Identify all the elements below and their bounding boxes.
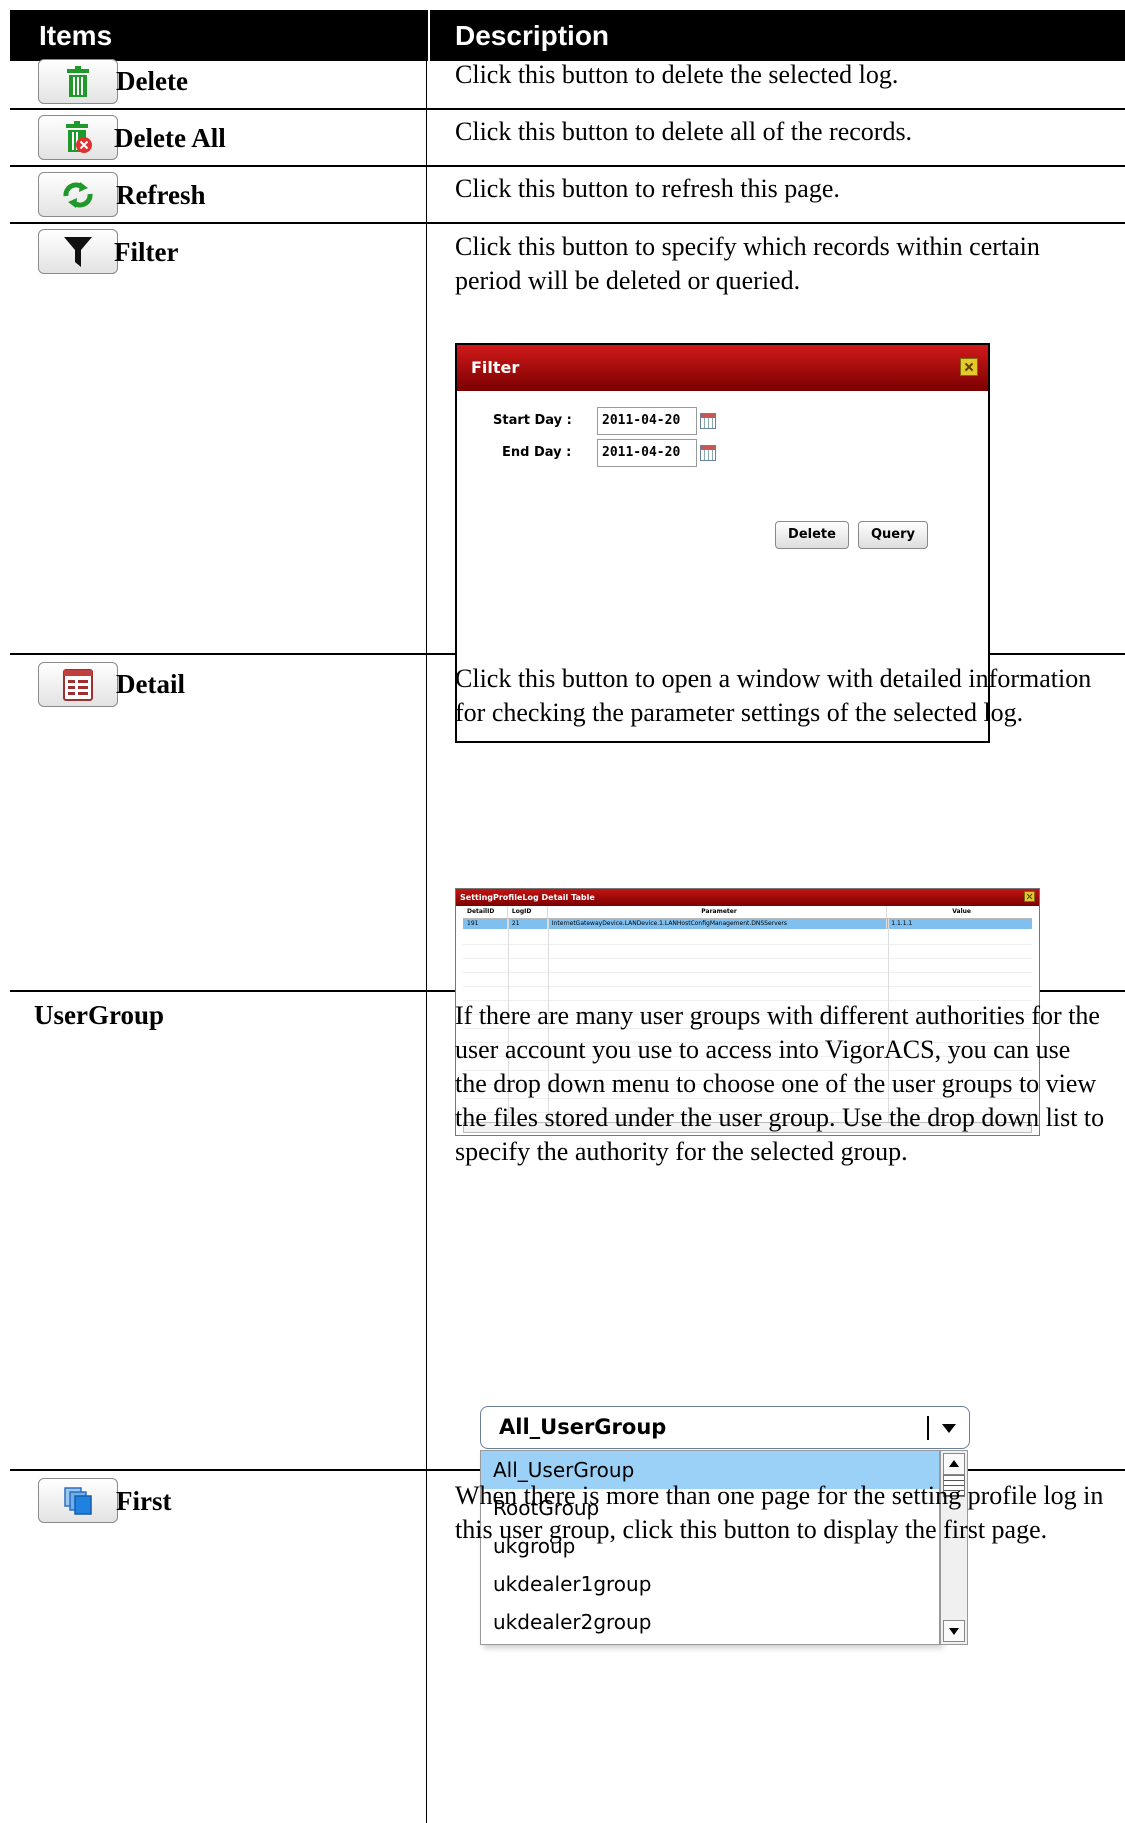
column-header: LogID bbox=[508, 906, 548, 918]
calendar-icon[interactable] bbox=[700, 445, 716, 461]
refresh-icon bbox=[60, 181, 96, 208]
detail-list-icon bbox=[63, 668, 93, 701]
first-page-icon bbox=[63, 1486, 93, 1516]
column-divider bbox=[426, 61, 427, 1823]
start-day-input[interactable]: 2011-04-20 bbox=[597, 407, 697, 435]
row-divider bbox=[10, 165, 1125, 167]
first-description: When there is more than one page for the… bbox=[455, 1481, 1104, 1544]
trash-all-icon bbox=[62, 120, 94, 155]
row-divider bbox=[10, 222, 1125, 224]
column-header: Parameter bbox=[548, 906, 888, 918]
first-label: First bbox=[116, 1486, 172, 1516]
option-ukdealer2group[interactable]: ukdealer2group bbox=[481, 1603, 939, 1641]
option-ukdealer1group[interactable]: ukdealer1group bbox=[481, 1565, 939, 1603]
close-icon[interactable] bbox=[1024, 891, 1035, 902]
header-description: Description bbox=[430, 10, 1125, 61]
close-icon[interactable] bbox=[960, 358, 978, 376]
column-header: Value bbox=[952, 908, 971, 915]
table-cell: 21 bbox=[508, 919, 548, 929]
delete-button[interactable] bbox=[38, 59, 118, 104]
usergroup-select[interactable]: All_UserGroup bbox=[480, 1406, 970, 1449]
delete-label: Delete bbox=[116, 66, 188, 96]
delete-all-description: Click this button to delete all of the r… bbox=[455, 117, 913, 146]
filter-label: Filter bbox=[114, 237, 179, 267]
detail-window-title: SettingProfileLog Detail Table bbox=[456, 889, 1039, 906]
detail-label: Detail bbox=[116, 669, 185, 699]
scroll-up-icon[interactable] bbox=[943, 1453, 965, 1475]
filter-dialog-title: Filter bbox=[457, 345, 988, 391]
delete-all-label: Delete All bbox=[114, 123, 226, 153]
usergroup-description: If there are many user groups with diffe… bbox=[455, 1001, 1105, 1166]
dialog-delete-button[interactable]: Delete bbox=[775, 521, 849, 549]
table-cell: 1.1.1.1 bbox=[891, 920, 913, 927]
start-day-label: Start Day : bbox=[493, 413, 572, 428]
filter-dialog-title-text: Filter bbox=[471, 358, 520, 377]
detail-button[interactable] bbox=[38, 662, 118, 707]
usergroup-selected-value: All_UserGroup bbox=[499, 1415, 667, 1439]
delete-description: Click this button to delete the selected… bbox=[455, 60, 899, 89]
detail-window-title-text: SettingProfileLog Detail Table bbox=[460, 893, 595, 902]
detail-description: Click this button to open a window with … bbox=[455, 664, 1092, 727]
table-cell: 191 bbox=[463, 919, 508, 929]
table-cell: InternetGatewayDevice.LANDevice.1.LANHos… bbox=[548, 919, 888, 929]
first-button[interactable] bbox=[38, 1478, 118, 1523]
dialog-query-button[interactable]: Query bbox=[858, 521, 928, 549]
detail-table-header: DetailID LogID Parameter Value bbox=[463, 906, 1032, 919]
row-divider bbox=[10, 108, 1125, 110]
calendar-icon[interactable] bbox=[700, 413, 716, 429]
end-day-label: End Day : bbox=[502, 445, 572, 460]
filter-description: Click this button to specify which recor… bbox=[455, 232, 1040, 295]
end-day-input[interactable]: 2011-04-20 bbox=[597, 439, 697, 467]
scroll-down-icon[interactable] bbox=[943, 1620, 965, 1642]
refresh-button[interactable] bbox=[38, 172, 118, 217]
trash-icon bbox=[63, 65, 93, 98]
refresh-label: Refresh bbox=[116, 180, 206, 210]
filter-button[interactable] bbox=[38, 229, 118, 274]
column-header: DetailID bbox=[463, 906, 508, 918]
header-items: Items bbox=[10, 10, 428, 61]
delete-all-button[interactable] bbox=[38, 115, 118, 160]
usergroup-label: UserGroup bbox=[34, 1000, 165, 1030]
funnel-icon bbox=[63, 236, 93, 268]
chevron-down-icon[interactable] bbox=[942, 1424, 956, 1433]
select-divider bbox=[927, 1416, 929, 1440]
refresh-description: Click this button to refresh this page. bbox=[455, 174, 840, 203]
